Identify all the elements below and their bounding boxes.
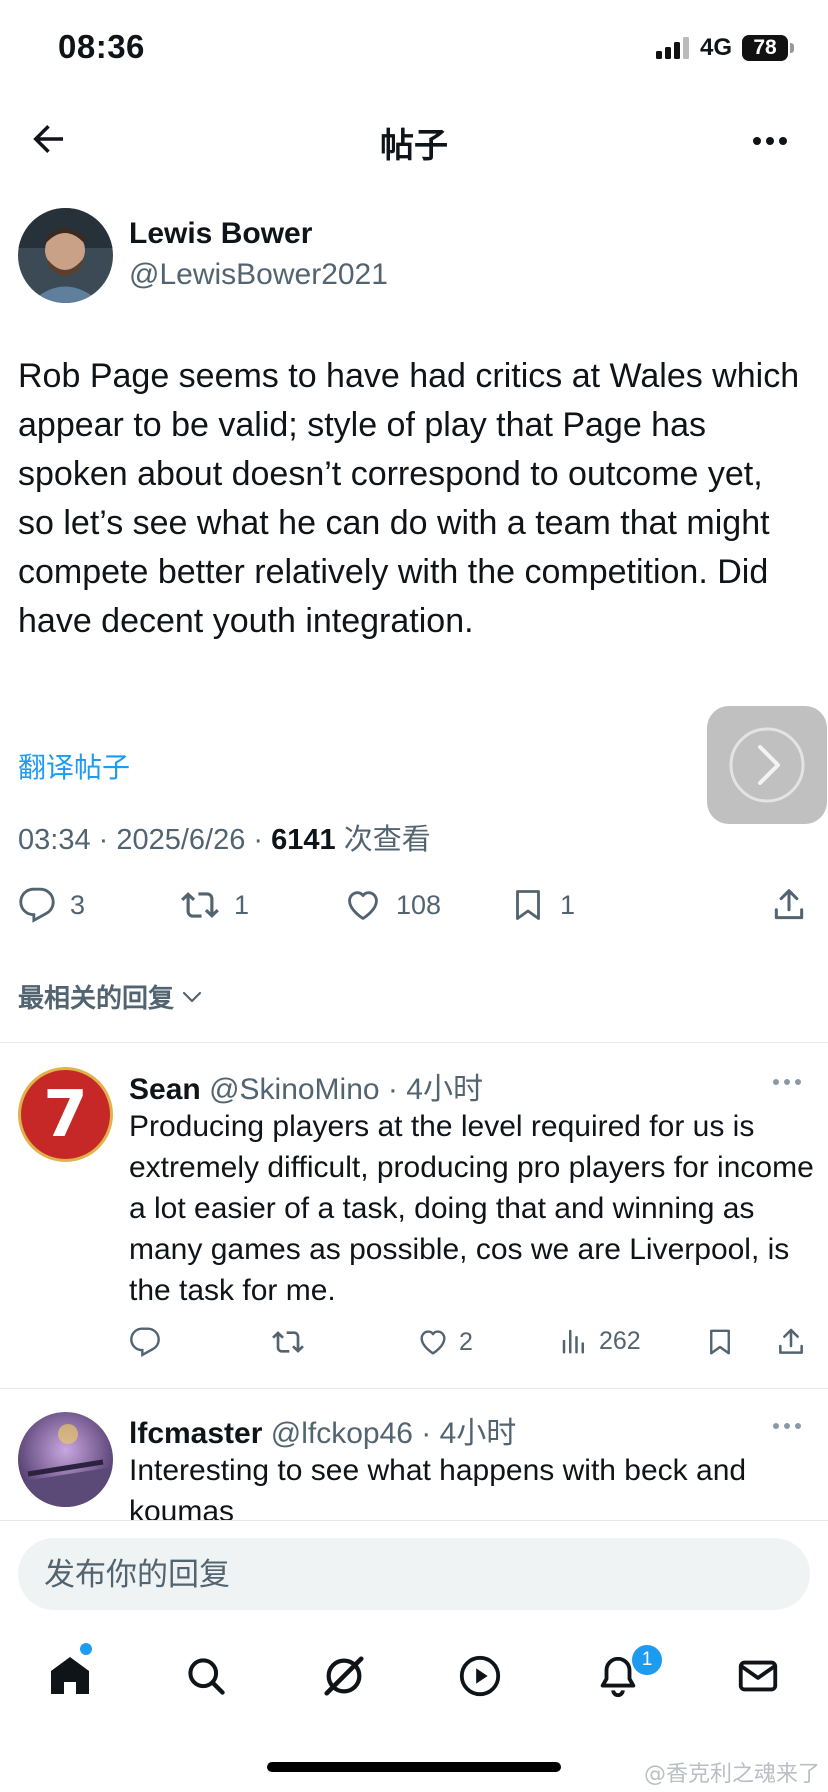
status-time: 08:36	[58, 28, 145, 65]
tab-home[interactable]	[42, 1648, 98, 1704]
reply-author-handle[interactable]: @SkinoMino	[209, 1073, 380, 1106]
analytics-icon	[562, 1329, 584, 1354]
heart-icon	[420, 1330, 446, 1355]
mail-icon	[738, 1660, 778, 1692]
views-label: 次查看	[343, 824, 431, 856]
grok-icon	[324, 1656, 364, 1696]
share-icon	[779, 1328, 803, 1354]
repost-count: 1	[234, 889, 250, 920]
play-icon	[459, 1655, 501, 1697]
author-avatar[interactable]	[18, 208, 113, 303]
reply-more-button[interactable]	[772, 1422, 802, 1430]
reply-repost-button[interactable]	[271, 1326, 305, 1358]
signal-icon	[655, 37, 689, 59]
reply-author-name[interactable]: Sean	[129, 1073, 201, 1106]
reply-input[interactable]	[42, 1538, 786, 1612]
reply-header: lfcmaster @lfckop46 · 4小时	[129, 1417, 517, 1450]
bookmark-count: 1	[560, 889, 576, 920]
battery-indicator: 78	[742, 35, 794, 61]
more-dots-icon	[773, 1079, 801, 1085]
reply-avatar[interactable]	[18, 1412, 113, 1507]
post-text: Rob Page seems to have had critics at Wa…	[18, 357, 800, 640]
reply-like-button[interactable]: 2	[417, 1326, 473, 1358]
bookmark-icon	[710, 1329, 730, 1355]
post-meta: 03:34 · 2025/6/26 · 6141 次查看	[18, 824, 431, 856]
reply-share-button[interactable]	[775, 1326, 807, 1358]
post-actions: 3 1 108 1	[18, 886, 810, 930]
share-button[interactable]	[770, 886, 808, 924]
post-time: 03:34	[18, 824, 91, 856]
search-icon	[188, 1658, 225, 1695]
reply-view-count: 262	[599, 1326, 641, 1355]
reply-icon	[130, 1327, 160, 1357]
reply-author-name[interactable]: lfcmaster	[129, 1417, 262, 1450]
reply-views-button[interactable]: 262	[559, 1326, 641, 1356]
reply-bookmark-button[interactable]	[705, 1326, 735, 1358]
divider	[0, 1042, 828, 1043]
back-arrow-icon	[33, 125, 63, 153]
home-indicator	[267, 1762, 561, 1772]
heart-icon	[348, 891, 378, 920]
reply-sort-dropdown[interactable]: 最相关的回复	[18, 978, 204, 1015]
back-button[interactable]	[28, 118, 70, 160]
reply-actions: 2 262	[129, 1326, 819, 1362]
tab-video[interactable]	[452, 1648, 508, 1704]
page-title: 帖子	[380, 127, 448, 165]
notifications-badge: 1	[630, 1643, 664, 1677]
tab-messages[interactable]	[730, 1648, 786, 1704]
author-handle[interactable]: @LewisBower2021	[129, 258, 388, 292]
reply-button[interactable]: 3	[18, 886, 85, 924]
reply-header: Sean @SkinoMino · 4小时	[129, 1073, 483, 1106]
reply-author-handle[interactable]: @lfckop46	[271, 1417, 413, 1450]
network-label: 4G	[699, 34, 732, 61]
reply-reply-button[interactable]	[129, 1326, 161, 1358]
reply-composer[interactable]	[18, 1538, 810, 1612]
avatar-number: 7	[43, 1077, 88, 1152]
reply-like-count: 2	[459, 1327, 473, 1356]
view-count: 6141	[271, 824, 336, 856]
chevron-right-icon	[729, 727, 805, 803]
reply-time: 4小时	[439, 1417, 517, 1450]
tab-grok[interactable]	[316, 1648, 372, 1704]
like-button[interactable]: 108	[344, 886, 441, 924]
divider	[0, 1388, 828, 1389]
repost-button[interactable]: 1	[180, 886, 249, 924]
post-date: 2025/6/26	[116, 824, 246, 856]
more-dots-icon	[753, 137, 787, 145]
reply-more-button[interactable]	[772, 1078, 802, 1086]
share-icon	[774, 889, 804, 920]
home-unread-dot	[80, 1643, 92, 1655]
author-name[interactable]: Lewis Bower	[129, 217, 312, 251]
watermark: @香克利之魂来了	[643, 1762, 820, 1787]
reply-icon	[19, 887, 55, 923]
reply-avatar[interactable]: 7	[18, 1067, 113, 1162]
reply-text: Producing players at the level required …	[129, 1110, 814, 1307]
bookmark-icon	[516, 890, 540, 920]
translate-post-link[interactable]: 翻译帖子	[18, 746, 130, 786]
chevron-down-icon	[182, 991, 202, 1002]
reply-time: 4小时	[406, 1073, 483, 1106]
like-count: 108	[396, 889, 442, 920]
sort-label: 最相关的回复	[18, 983, 175, 1013]
status-indicators: 4G 78	[655, 34, 794, 62]
more-options-button[interactable]	[752, 136, 788, 146]
repost-icon	[272, 1331, 304, 1353]
tab-search[interactable]	[178, 1648, 234, 1704]
home-icon	[51, 1657, 89, 1694]
repost-icon	[181, 892, 219, 918]
reply-count: 3	[70, 889, 86, 920]
more-dots-icon	[773, 1423, 801, 1429]
next-button[interactable]	[707, 706, 827, 824]
bookmark-button[interactable]: 1	[510, 886, 575, 924]
